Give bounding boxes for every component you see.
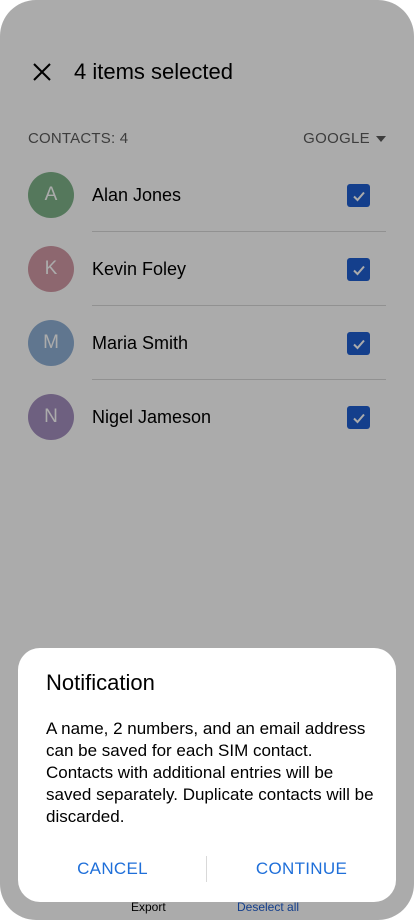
dialog-message: A name, 2 numbers, and an email address …: [46, 719, 374, 826]
dialog-actions: CANCEL CONTINUE: [18, 854, 396, 884]
dialog-title: Notification: [46, 670, 155, 695]
notification-dialog: Notification A name, 2 numbers, and an e…: [18, 648, 396, 902]
continue-button[interactable]: CONTINUE: [207, 854, 396, 884]
cancel-button[interactable]: CANCEL: [18, 854, 207, 884]
phone-screen: 10:00 4 items selected CONTACTS: 4 GOOGL…: [0, 0, 414, 920]
